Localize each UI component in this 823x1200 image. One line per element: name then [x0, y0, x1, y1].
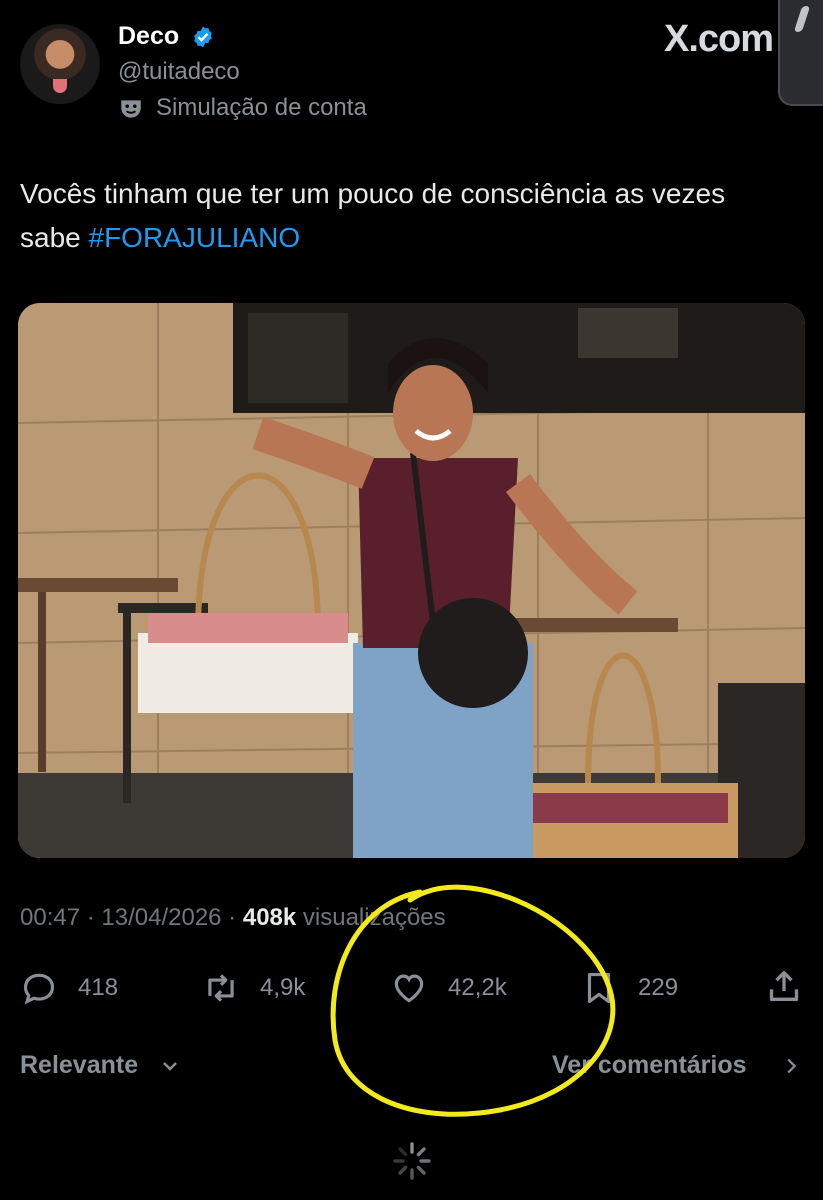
- avatar[interactable]: [20, 24, 100, 104]
- reply-icon: [23, 973, 55, 1005]
- views-count: 408k: [242, 904, 297, 931]
- sort-relevance-button[interactable]: Relevante: [20, 1051, 138, 1080]
- like-button[interactable]: 42,2k: [390, 968, 507, 1008]
- share-icon[interactable]: [764, 966, 804, 1006]
- retweet-count: 4,9k: [260, 974, 306, 1001]
- verified-badge-icon: [194, 26, 212, 48]
- like-icon: [394, 974, 424, 1003]
- user-handle[interactable]: @tuitadeco: [118, 58, 240, 86]
- views-label: visualizações: [296, 904, 446, 931]
- hashtag-link[interactable]: #FORAJULIANO: [89, 222, 301, 253]
- tweet-meta: 00:47 · 13/04/2026 · 408k visualizações: [20, 904, 446, 932]
- tweet-photo[interactable]: [18, 303, 805, 858]
- side-handle-tab[interactable]: [778, 0, 823, 106]
- parody-mask-icon: [121, 100, 141, 118]
- chevron-right-icon[interactable]: [780, 1054, 802, 1078]
- retweet-button[interactable]: 4,9k: [202, 968, 305, 1008]
- tweet-time: 00:47: [20, 904, 81, 931]
- account-simulation-label: Simulação de conta: [156, 94, 367, 121]
- bookmark-count: 229: [638, 974, 679, 1001]
- tweet-text: Vocês tinham que ter um pouco de consciê…: [20, 172, 780, 260]
- bookmark-icon: [587, 972, 611, 1004]
- chevron-down-icon[interactable]: [158, 1054, 182, 1078]
- view-comments-link[interactable]: Ver comentários: [552, 1051, 747, 1080]
- tweet-date: 13/04/2026: [101, 904, 222, 931]
- reply-button[interactable]: 418: [20, 968, 118, 1008]
- retweet-icon: [208, 974, 234, 1002]
- like-count: 42,2k: [448, 974, 507, 1001]
- x-watermark: X.com: [664, 18, 774, 60]
- reply-count: 418: [78, 974, 119, 1001]
- display-name[interactable]: Deco: [118, 22, 179, 51]
- meta-separator: ·: [80, 904, 102, 931]
- loading-spinner-icon: [393, 1142, 431, 1180]
- meta-separator-2: ·: [221, 904, 243, 931]
- bookmark-button[interactable]: 229: [580, 968, 678, 1008]
